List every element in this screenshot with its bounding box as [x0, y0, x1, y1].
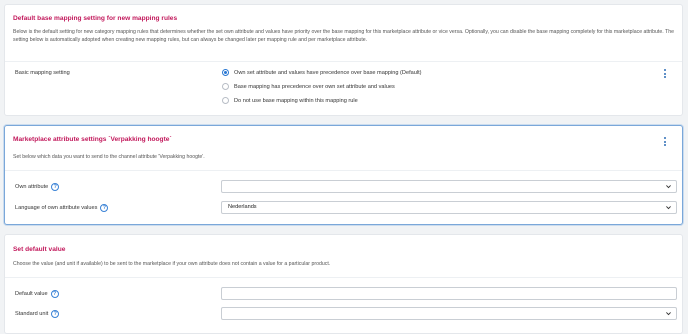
kebab-menu-icon[interactable]: [662, 68, 668, 80]
divider: [5, 277, 682, 278]
language-label-text: Language of own attribute values: [15, 205, 98, 211]
default-mapping-description: Below is the default setting for new cat…: [13, 29, 674, 44]
kebab-menu-icon[interactable]: [662, 136, 668, 148]
help-icon[interactable]: ?: [51, 183, 60, 191]
radio-button[interactable]: [222, 97, 229, 104]
standard-unit-label: Standard unit ?: [15, 310, 60, 318]
default-value-label: Default value ?: [15, 290, 59, 298]
standard-unit-select[interactable]: [221, 307, 677, 320]
radio-button-checked[interactable]: [222, 69, 229, 76]
marketplace-attribute-description: Set below which data you want to send to…: [13, 154, 205, 160]
chevron-down-icon: [666, 312, 671, 316]
marketplace-attribute-title: Marketplace attribute settings `Verpakki…: [13, 136, 172, 143]
default-mapping-card: Default base mapping setting for new map…: [4, 4, 683, 116]
default-value-title: Set default value: [13, 246, 66, 253]
radio-button[interactable]: [222, 83, 229, 90]
divider: [5, 61, 682, 62]
default-value-label-text: Default value: [15, 291, 48, 297]
chevron-down-icon: [666, 206, 671, 210]
own-attribute-label: Own attribute ?: [15, 183, 60, 191]
standard-unit-label-text: Standard unit: [15, 311, 49, 317]
language-label: Language of own attribute values ?: [15, 204, 109, 212]
help-icon[interactable]: ?: [100, 204, 109, 212]
radio-label: Own set attribute and values have preced…: [234, 69, 422, 76]
default-mapping-title: Default base mapping setting for new map…: [13, 15, 178, 22]
basic-mapping-label-text: Basic mapping setting: [15, 70, 70, 76]
language-select[interactable]: Nederlands: [221, 201, 677, 214]
help-icon[interactable]: ?: [51, 310, 60, 318]
own-attribute-label-text: Own attribute: [15, 184, 49, 190]
chevron-down-icon: [666, 185, 671, 189]
help-icon[interactable]: ?: [50, 290, 59, 298]
basic-mapping-label: Basic mapping setting: [15, 70, 70, 76]
radio-option-no-base-mapping[interactable]: Do not use base mapping within this mapp…: [222, 97, 358, 104]
radio-label: Base mapping has precedence over own set…: [234, 83, 395, 90]
own-attribute-select[interactable]: [221, 180, 677, 193]
default-value-input[interactable]: [221, 287, 677, 300]
divider: [5, 170, 682, 171]
default-value-card: Set default value Choose the value (and …: [4, 234, 683, 334]
radio-option-base-precedence[interactable]: Base mapping has precedence over own set…: [222, 83, 395, 90]
language-value: Nederlands: [228, 204, 257, 210]
default-value-description: Choose the value (and unit if available)…: [13, 261, 331, 267]
radio-option-own-precedence[interactable]: Own set attribute and values have preced…: [222, 69, 422, 76]
radio-label: Do not use base mapping within this mapp…: [234, 97, 358, 104]
marketplace-attribute-card: Marketplace attribute settings `Verpakki…: [4, 125, 683, 225]
